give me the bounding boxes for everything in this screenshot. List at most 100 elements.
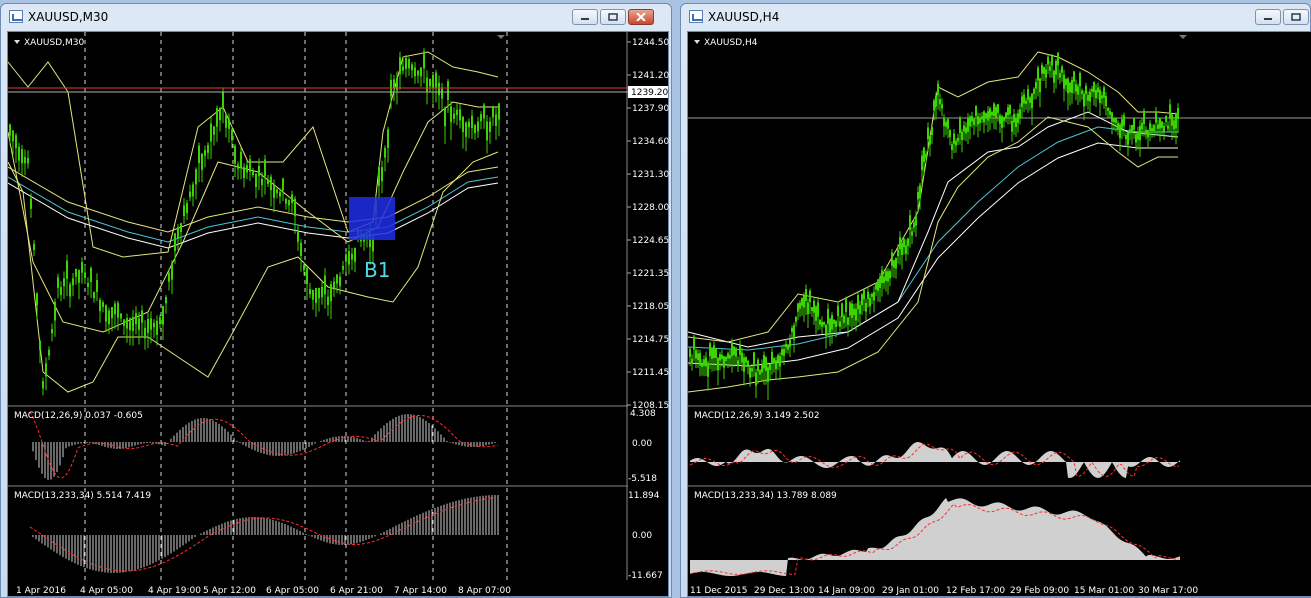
candle-body (327, 296, 329, 305)
candle-body (887, 271, 889, 282)
macd-12-26-9-pane (689, 441, 1180, 478)
candle-body (1031, 93, 1033, 108)
candle-body (111, 307, 113, 319)
candle-body (1173, 120, 1175, 130)
candle-body (987, 111, 989, 121)
candle-body (1155, 112, 1157, 123)
candle-body (999, 115, 1001, 124)
candle-body (1021, 96, 1023, 108)
candle-body (1011, 120, 1013, 132)
time-axis-label: 15 Mar 01:00 (1074, 586, 1134, 596)
bollinger-bands (8, 51, 499, 393)
candle-body (1037, 67, 1039, 81)
candle-body (33, 243, 35, 250)
candle-body (141, 310, 143, 323)
candle-body (975, 105, 977, 116)
candle-body (823, 322, 825, 325)
candle-body (429, 78, 431, 87)
candle-body (1053, 70, 1055, 83)
window-titlebar[interactable]: XAUUSD,M30 (1, 4, 671, 30)
candle-body (831, 315, 833, 330)
candle-body (78, 270, 80, 283)
candle-body (891, 252, 893, 266)
candle-body (795, 316, 797, 322)
macd2-axis-bottom: -11.667 (628, 571, 663, 581)
candle-body (297, 230, 299, 242)
macd2-label: MACD(13,233,34) 13.789 8.089 (694, 491, 837, 501)
candle-body (899, 237, 901, 250)
time-axis-label: 11 Dec 2015 (690, 586, 748, 596)
envelope-lower (688, 116, 1178, 393)
candle-body (821, 321, 823, 327)
candle-body (249, 158, 251, 172)
shift-marker-icon[interactable] (497, 35, 505, 39)
candle-body (703, 359, 705, 366)
moving-average-white (8, 182, 499, 249)
shift-marker-icon[interactable] (1179, 35, 1187, 39)
candle-body (1013, 114, 1015, 123)
candle-body (985, 113, 987, 119)
candle-body (921, 155, 923, 171)
price-axis-label: 1228.00 (632, 203, 669, 213)
candle-body (689, 348, 691, 357)
candle-body (767, 367, 769, 382)
chart-m30-canvas[interactable]: B1 1244.50 1241.20 1237.90 1234.60 1231.30 12… (8, 32, 670, 598)
candle-body (207, 144, 209, 153)
candle-body (114, 303, 116, 315)
candle-body (1045, 69, 1047, 78)
candle-body (947, 119, 949, 129)
chart-area[interactable]: B1 1244.50 1241.20 1237.90 1234.60 1231.30 12… (7, 31, 669, 597)
candle-body (761, 364, 763, 373)
window-titlebar[interactable]: XAUUSD,H4 (681, 4, 1310, 30)
candle-body (825, 324, 827, 337)
candle-body (1127, 132, 1129, 145)
close-button[interactable] (628, 9, 654, 25)
candle-body (719, 353, 721, 361)
candle-body (991, 111, 993, 116)
candle-body (12, 130, 14, 142)
collapse-triangle-icon[interactable] (694, 40, 700, 44)
chart-window-m30[interactable]: XAUUSD,M30 B1 1244.50 1241.20 1237.90 12… (0, 3, 672, 598)
candle-body (691, 358, 693, 364)
candle-body (1135, 134, 1137, 143)
candle-body (1057, 52, 1059, 66)
candle-body (791, 327, 793, 332)
candle-body (1139, 125, 1141, 141)
candle-body (951, 144, 953, 150)
candle-body (1081, 90, 1083, 95)
candle-body (1071, 80, 1073, 93)
chart-area[interactable]: XAUUSD,H4 MACD(12,26,9) 3.149 2.502 MACD… (687, 31, 1311, 597)
candle-body (57, 277, 59, 288)
candle-body (1147, 130, 1149, 138)
candle-body (801, 297, 803, 306)
price-axis-label: 1224.65 (632, 236, 669, 246)
candle-body (1043, 66, 1045, 74)
candle-body (276, 189, 278, 194)
candle-body (180, 223, 182, 232)
candle-body (807, 302, 809, 315)
maximize-button[interactable] (1283, 9, 1309, 25)
minimize-button[interactable] (572, 9, 598, 25)
chart-h4-canvas[interactable]: XAUUSD,H4 MACD(12,26,9) 3.149 2.502 MACD… (688, 32, 1311, 598)
candle-body (477, 121, 479, 132)
candle-body (833, 319, 835, 324)
minimize-button[interactable] (1255, 9, 1281, 25)
candle-body (1121, 119, 1123, 128)
candle-body (129, 318, 131, 331)
macd-histogram-area (690, 497, 1180, 576)
candle-body (893, 260, 895, 268)
candle-body (54, 301, 56, 321)
candle-body (741, 352, 743, 363)
price-axis-label: 1221.35 (632, 269, 669, 279)
candle-body (93, 292, 95, 299)
candle-body (153, 322, 155, 328)
collapse-triangle-icon[interactable] (14, 40, 20, 44)
candle-body (1125, 134, 1127, 140)
chart-window-h4[interactable]: XAUUSD,H4 XAUUSD,H4 MACD(12,26,9) 3.149 … (680, 3, 1311, 598)
candle-body (841, 303, 843, 318)
candle-body (775, 360, 777, 370)
candle-body (144, 327, 146, 339)
candle-body (747, 360, 749, 366)
maximize-button[interactable] (600, 9, 626, 25)
candle-body (81, 262, 83, 273)
